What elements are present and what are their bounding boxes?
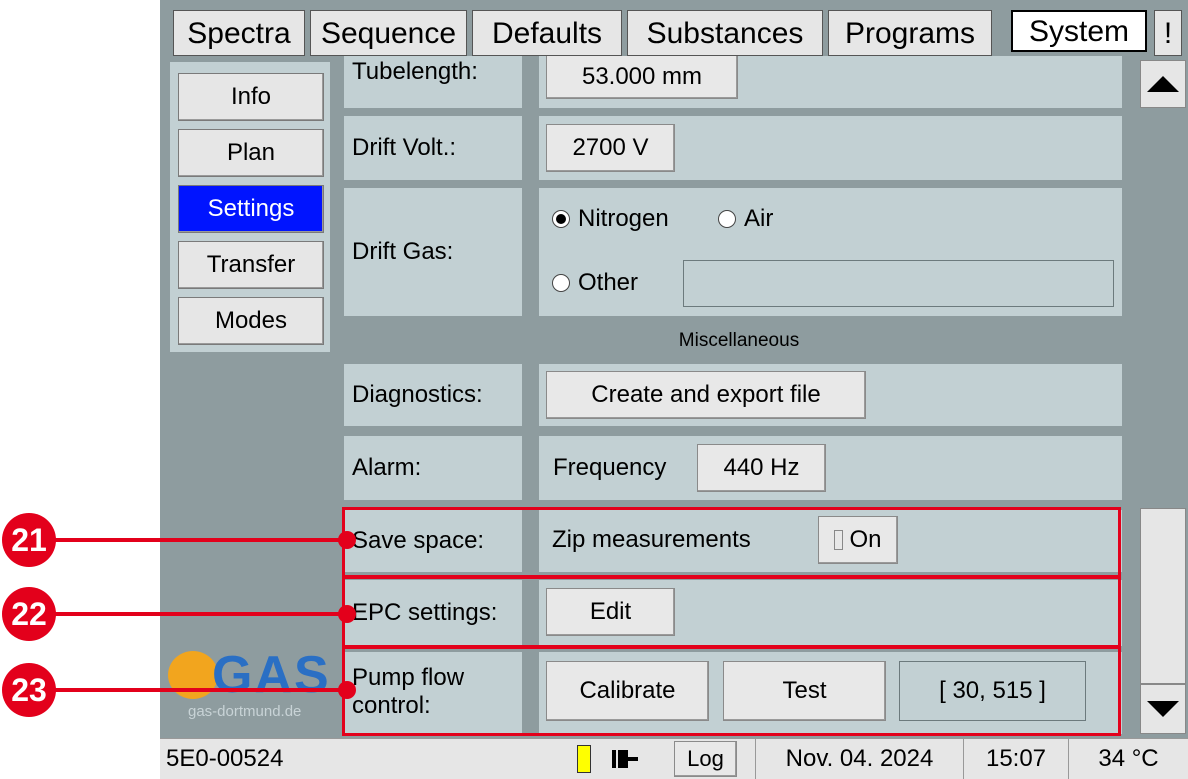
callout-21-dot bbox=[338, 531, 356, 549]
sidebar-item-plan[interactable]: Plan bbox=[178, 129, 324, 177]
drift-gas-label-text: Drift Gas: bbox=[352, 238, 454, 265]
egas-logo: GAS gas-dortmund.de bbox=[168, 645, 338, 725]
callout-22-badge: 22 bbox=[2, 587, 56, 641]
other-gas-input[interactable] bbox=[683, 260, 1114, 307]
callout-21-badge: 21 bbox=[2, 513, 56, 567]
radio-nitrogen-circle[interactable] bbox=[552, 210, 570, 228]
radio-other-circle[interactable] bbox=[552, 274, 570, 292]
alarm-frequency-value[interactable]: 440 Hz bbox=[697, 444, 826, 492]
status-indicator-icon bbox=[577, 745, 591, 773]
diagnostics-label-text: Diagnostics: bbox=[352, 381, 483, 408]
sidebar-item-info[interactable]: Info bbox=[178, 73, 324, 121]
highlight-epc-settings bbox=[342, 576, 1121, 648]
radio-air-label: Air bbox=[744, 205, 774, 232]
status-temperature: 34 °C bbox=[1068, 738, 1188, 779]
section-title-miscellaneous: Miscellaneous bbox=[678, 330, 800, 351]
tubelength-value[interactable]: 53.000 mm bbox=[546, 56, 738, 99]
callout-22-line bbox=[52, 612, 348, 616]
callout-23-dot bbox=[338, 681, 356, 699]
tab-spectra[interactable]: Spectra bbox=[173, 10, 305, 56]
drift-volt-label-text: Drift Volt.: bbox=[352, 134, 457, 161]
diagnostics-label: Diagnostics: bbox=[344, 364, 522, 426]
drift-gas-label: Drift Gas: bbox=[344, 188, 522, 316]
tubelength-label: Tubelength: bbox=[344, 56, 522, 108]
drift-volt-value[interactable]: 2700 V bbox=[546, 124, 675, 172]
tab-alert[interactable]: ! bbox=[1154, 10, 1182, 56]
drift-volt-label: Drift Volt.: bbox=[344, 116, 522, 180]
radio-air-circle[interactable] bbox=[718, 210, 736, 228]
status-date: Nov. 04. 2024 bbox=[755, 738, 963, 779]
tab-defaults[interactable]: Defaults bbox=[472, 10, 622, 56]
radio-other-label: Other bbox=[578, 269, 639, 296]
logo-url: gas-dortmund.de bbox=[188, 703, 302, 720]
status-time: 15:07 bbox=[963, 738, 1068, 779]
plug-tip bbox=[628, 757, 638, 761]
logo-text: GAS bbox=[212, 646, 331, 704]
callout-23-line bbox=[52, 688, 348, 692]
plug-bar bbox=[612, 750, 616, 768]
radio-nitrogen[interactable]: Nitrogen bbox=[552, 202, 669, 236]
scroll-down-button[interactable] bbox=[1140, 684, 1186, 734]
scrollbar-thumb[interactable] bbox=[1140, 508, 1186, 684]
radio-selected-dot bbox=[556, 214, 566, 224]
create-export-file-button[interactable]: Create and export file bbox=[546, 371, 866, 419]
radio-air[interactable]: Air bbox=[718, 202, 773, 236]
sidebar-item-modes[interactable]: Modes bbox=[178, 297, 324, 345]
device-id: 5E0-00524 bbox=[166, 745, 284, 772]
tubelength-label-text: Tubelength: bbox=[352, 58, 478, 85]
alarm-label-text: Alarm: bbox=[352, 454, 422, 481]
radio-nitrogen-label: Nitrogen bbox=[578, 205, 669, 232]
sidebar-item-transfer[interactable]: Transfer bbox=[178, 241, 324, 289]
highlight-save-space bbox=[342, 507, 1121, 578]
log-button[interactable]: Log bbox=[674, 741, 737, 777]
sidebar-item-settings[interactable]: Settings bbox=[178, 185, 324, 233]
battery-plug-icon bbox=[612, 746, 642, 772]
alarm-label: Alarm: bbox=[344, 436, 522, 500]
tab-sequence[interactable]: Sequence bbox=[310, 10, 467, 56]
highlight-pump-flow bbox=[342, 646, 1121, 736]
callout-23-badge: 23 bbox=[2, 663, 56, 717]
radio-other[interactable]: Other bbox=[552, 266, 638, 300]
alarm-frequency-label: Frequency bbox=[553, 454, 667, 481]
arrow-up-icon bbox=[1147, 76, 1179, 92]
tab-system[interactable]: System bbox=[1011, 10, 1147, 52]
tab-substances[interactable]: Substances bbox=[627, 10, 823, 56]
tab-programs[interactable]: Programs bbox=[828, 10, 992, 56]
callout-21-line bbox=[52, 538, 348, 542]
callout-22-dot bbox=[338, 605, 356, 623]
plug-body bbox=[618, 750, 628, 768]
arrow-down-icon bbox=[1147, 701, 1179, 717]
scroll-up-button[interactable] bbox=[1140, 60, 1186, 108]
